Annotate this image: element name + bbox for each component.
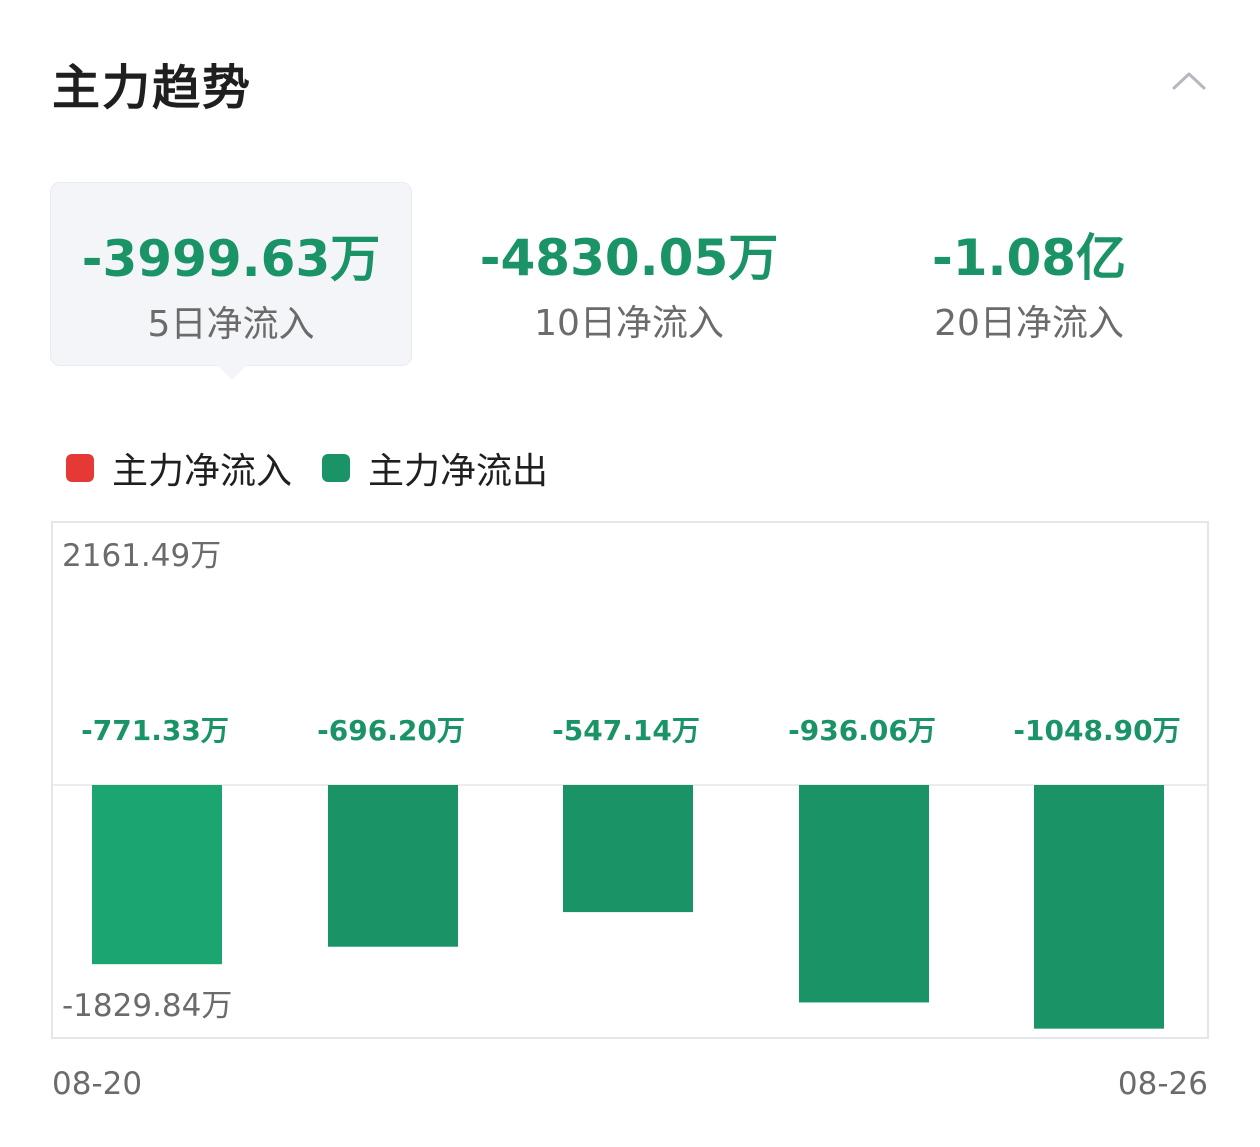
bar-chart: 2161.49万 -1829.84万 -771.33万 -696.20万 -547.14… (52, 538, 1208, 1102)
x-tick-label: 08-20 (52, 1066, 142, 1102)
y-max-label: 2161.49万 (62, 538, 221, 574)
bar-value-label: -771.33万 (81, 714, 229, 747)
bar (92, 785, 222, 965)
bar (328, 785, 458, 947)
bar-value-label: -696.20万 (317, 714, 465, 747)
bar-value-label: -547.14万 (552, 714, 700, 747)
bar (1034, 785, 1164, 1029)
bar (799, 785, 929, 1003)
bar-value-label: -1048.90万 (1013, 714, 1180, 747)
bar (563, 785, 693, 913)
bar-value-label: -936.06万 (788, 714, 936, 747)
y-min-label: -1829.84万 (62, 988, 232, 1024)
x-tick-label: 08-26 (1118, 1066, 1208, 1102)
